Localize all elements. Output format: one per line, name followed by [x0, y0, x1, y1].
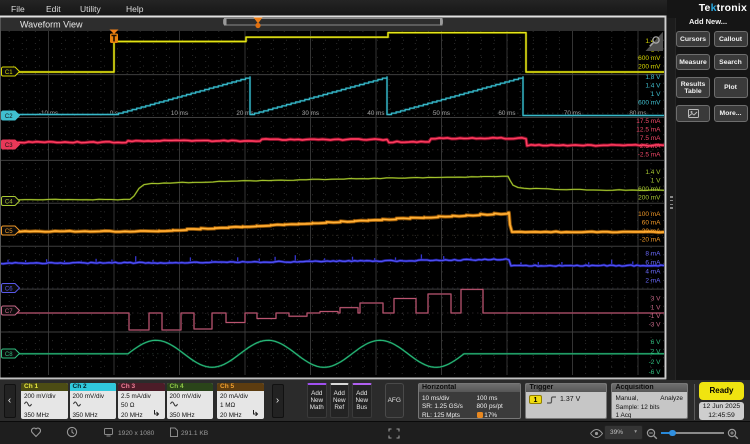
svg-text:600 mV: 600 mV — [638, 100, 661, 107]
svg-text:1 V: 1 V — [651, 91, 661, 98]
svg-text:30 ms: 30 ms — [302, 110, 319, 117]
svg-text:C5: C5 — [5, 229, 13, 235]
svg-text:1 V: 1 V — [651, 178, 661, 185]
svg-text:60 ms: 60 ms — [498, 110, 515, 117]
svg-text:17.5 mA: 17.5 mA — [636, 118, 661, 125]
svg-text:291.1 KB: 291.1 KB — [181, 430, 209, 437]
svg-text:60 mA: 60 mA — [642, 220, 661, 227]
svg-text:3 V: 3 V — [651, 296, 661, 303]
svg-text:C4: C4 — [5, 199, 13, 205]
svg-text:1.8 V: 1.8 V — [645, 74, 661, 81]
svg-text:-3 V: -3 V — [649, 322, 662, 329]
svg-text:12.5 mA: 12.5 mA — [636, 127, 661, 134]
svg-text:-1 V: -1 V — [649, 313, 662, 320]
svg-text:C6: C6 — [5, 286, 13, 292]
svg-text:1 V: 1 V — [651, 304, 661, 311]
svg-text:10 ms: 10 ms — [171, 110, 188, 117]
svg-text:C3: C3 — [5, 143, 13, 149]
svg-text:1920 x 1080: 1920 x 1080 — [118, 430, 155, 437]
svg-text:-2 V: -2 V — [649, 359, 662, 366]
svg-text:50 ms: 50 ms — [433, 110, 450, 117]
svg-text:1.4 V: 1.4 V — [645, 83, 661, 90]
svg-text:600 mV: 600 mV — [638, 55, 661, 62]
svg-text:2 mA: 2 mA — [645, 278, 661, 285]
svg-text:200 mV: 200 mV — [638, 194, 661, 201]
svg-text:7.5 mA: 7.5 mA — [640, 135, 661, 142]
svg-text:-6 V: -6 V — [649, 369, 662, 376]
svg-text:600 mV: 600 mV — [638, 186, 661, 193]
svg-text:C2: C2 — [5, 114, 13, 120]
svg-text:C7: C7 — [5, 309, 13, 315]
svg-text:6 mA: 6 mA — [645, 260, 661, 267]
svg-text:200 mV: 200 mV — [638, 64, 661, 71]
svg-text:100 mA: 100 mA — [638, 211, 661, 218]
svg-text:-2.5 mA: -2.5 mA — [638, 152, 661, 159]
svg-text:-20 mA: -20 mA — [640, 237, 662, 244]
svg-text:20 mA: 20 mA — [642, 228, 661, 235]
svg-text:8 mA: 8 mA — [645, 251, 661, 258]
svg-text:40 ms: 40 ms — [367, 110, 384, 117]
svg-text:Waveform View: Waveform View — [20, 20, 83, 30]
svg-text:4 mA: 4 mA — [645, 269, 661, 276]
svg-text:C8: C8 — [5, 352, 13, 358]
svg-text:1.4 V: 1.4 V — [645, 169, 661, 176]
svg-text:2 V: 2 V — [651, 349, 661, 356]
svg-text:6 V: 6 V — [651, 339, 661, 346]
svg-text:C1: C1 — [5, 70, 13, 76]
svg-text:2.5 mA: 2.5 mA — [640, 143, 661, 150]
